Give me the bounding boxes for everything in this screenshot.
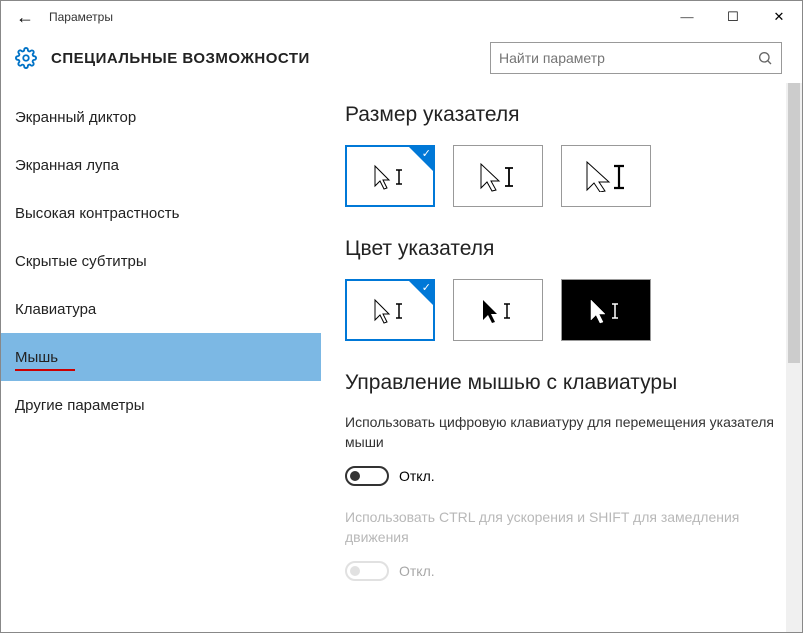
cursor-icon xyxy=(365,294,415,326)
toggle-label: Откл. xyxy=(399,468,435,484)
sidebar-item-label: Мышь xyxy=(15,349,58,366)
search-box[interactable] xyxy=(490,42,782,74)
sidebar-item-label: Другие параметры xyxy=(15,397,145,414)
pointer-size-heading: Размер указателя xyxy=(345,103,778,127)
mouse-keys-toggle[interactable] xyxy=(345,466,389,486)
sidebar-item-mouse[interactable]: Мышь xyxy=(1,333,321,381)
pointer-size-large[interactable] xyxy=(561,145,651,207)
minimize-button[interactable]: — xyxy=(664,1,710,33)
sidebar-item-narrator[interactable]: Экранный диктор xyxy=(1,93,321,141)
sidebar-item-other[interactable]: Другие параметры xyxy=(1,381,321,429)
cursor-icon xyxy=(473,294,523,326)
pointer-color-heading: Цвет указателя xyxy=(345,237,778,261)
gear-icon xyxy=(15,47,37,69)
cursor-icon xyxy=(473,160,523,192)
page-title: СПЕЦИАЛЬНЫЕ ВОЗМОЖНОСТИ xyxy=(51,50,310,67)
pointer-color-white[interactable] xyxy=(345,279,435,341)
sidebar: Экранный диктор Экранная лупа Высокая ко… xyxy=(1,83,321,632)
search-input[interactable] xyxy=(499,50,757,66)
mouse-keys-heading: Управление мышью с клавиатуры xyxy=(345,371,778,395)
sidebar-item-label: Клавиатура xyxy=(15,301,96,318)
cursor-icon xyxy=(581,294,631,326)
cursor-icon xyxy=(581,160,631,192)
maximize-button[interactable]: ☐ xyxy=(710,1,756,33)
scrollbar[interactable] xyxy=(786,83,802,632)
back-button[interactable]: ← xyxy=(9,1,41,33)
sidebar-item-magnifier[interactable]: Экранная лупа xyxy=(1,141,321,189)
mouse-keys-description: Использовать цифровую клавиатуру для пер… xyxy=(345,413,778,452)
ctrl-shift-description: Использовать CTRL для ускорения и SHIFT … xyxy=(345,508,778,547)
check-icon xyxy=(409,147,433,171)
search-icon xyxy=(757,50,773,66)
scrollbar-thumb[interactable] xyxy=(788,83,800,363)
pointer-size-medium[interactable] xyxy=(453,145,543,207)
pointer-color-black[interactable] xyxy=(453,279,543,341)
toggle-label: Откл. xyxy=(399,563,435,579)
check-icon xyxy=(409,281,433,305)
ctrl-shift-toggle xyxy=(345,561,389,581)
close-button[interactable]: ✕ xyxy=(756,1,802,33)
cursor-icon xyxy=(365,160,415,192)
sidebar-item-keyboard[interactable]: Клавиатура xyxy=(1,285,321,333)
pointer-color-inverted[interactable] xyxy=(561,279,651,341)
window-title: Параметры xyxy=(49,10,113,24)
sidebar-item-label: Скрытые субтитры xyxy=(15,253,147,270)
sidebar-item-captions[interactable]: Скрытые субтитры xyxy=(1,237,321,285)
sidebar-item-high-contrast[interactable]: Высокая контрастность xyxy=(1,189,321,237)
sidebar-item-label: Высокая контрастность xyxy=(15,205,179,222)
sidebar-item-label: Экранная лупа xyxy=(15,157,119,174)
pointer-size-small[interactable] xyxy=(345,145,435,207)
sidebar-item-label: Экранный диктор xyxy=(15,109,136,126)
content-pane: Размер указателя Цвет указателя xyxy=(321,83,802,632)
